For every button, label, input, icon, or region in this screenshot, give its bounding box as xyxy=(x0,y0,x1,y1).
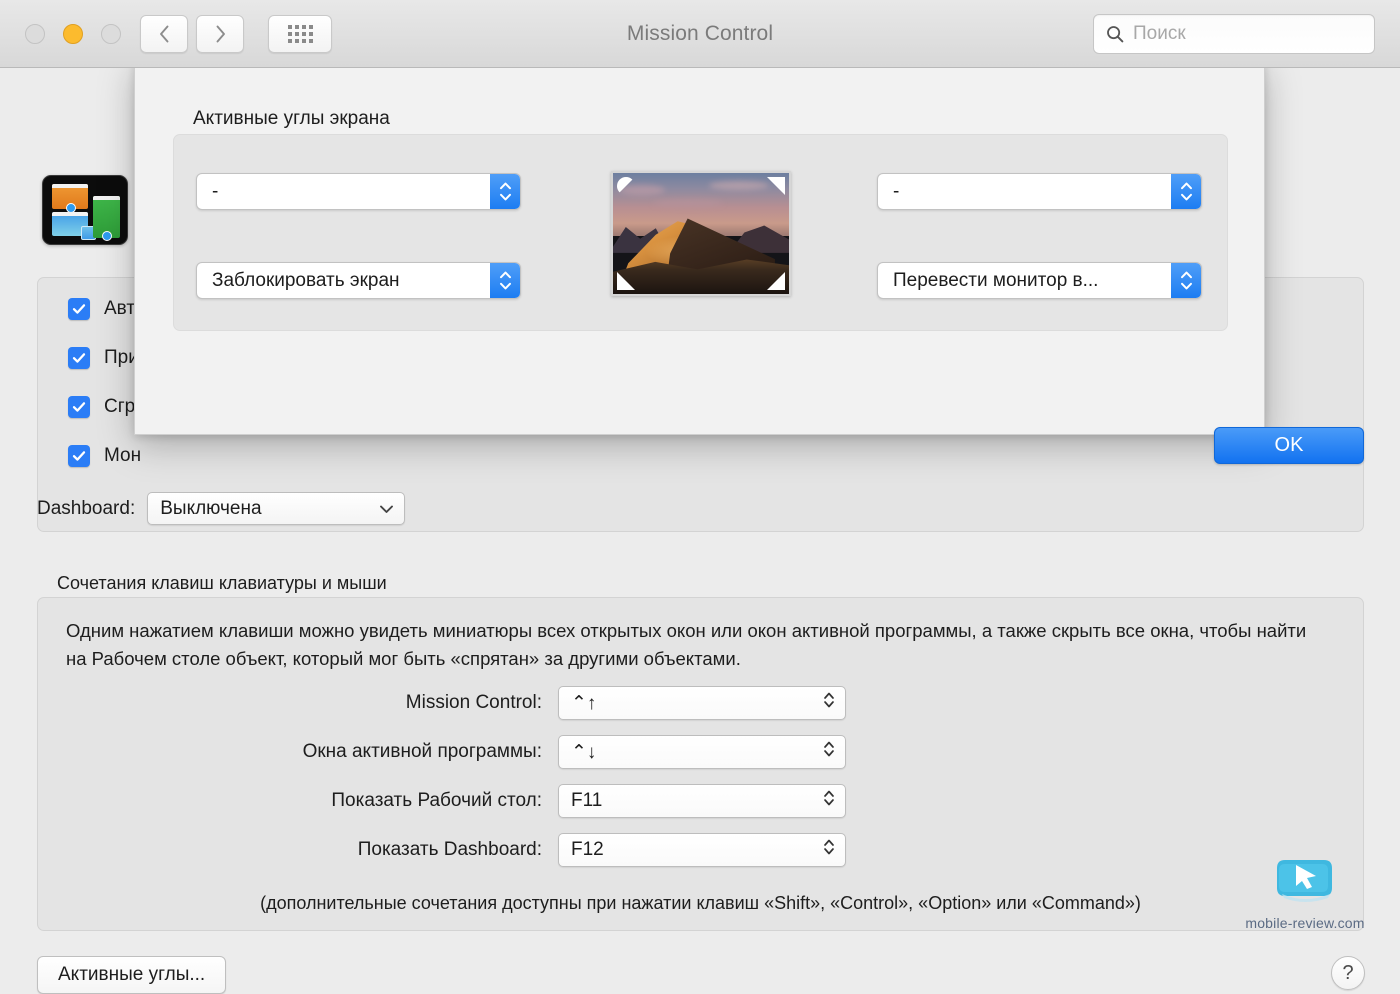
dashboard-value: Выключена xyxy=(160,497,262,519)
stepper-top-right[interactable] xyxy=(1171,174,1201,209)
shortcuts-section-heading: Сочетания клавиш клавиатуры и мыши xyxy=(57,573,387,593)
checkbox-row-displays[interactable]: Мон xyxy=(68,445,141,467)
shortcut-select-mission-control[interactable]: ⌃↑ xyxy=(558,686,846,720)
shortcut-label-mission-control: Mission Control: xyxy=(405,692,542,713)
checkbox-group[interactable] xyxy=(68,396,90,418)
chevron-down-icon xyxy=(379,498,394,520)
corner-select-top-left[interactable]: - xyxy=(196,173,521,210)
corner-marker-top-left[interactable] xyxy=(617,177,635,195)
corner-marker-bottom-right[interactable] xyxy=(767,272,785,290)
corner-marker-top-right[interactable] xyxy=(767,177,785,195)
corner-value-top-left: - xyxy=(212,180,219,202)
corner-select-bottom-left[interactable]: Заблокировать экран xyxy=(196,262,521,299)
search-field[interactable]: Поиск xyxy=(1093,14,1375,54)
stepper-bottom-left[interactable] xyxy=(490,263,520,298)
dashboard-label: Dashboard: xyxy=(37,497,136,519)
corner-select-bottom-right[interactable]: Перевести монитор в... xyxy=(877,262,1202,299)
desktop-preview-thumbnail xyxy=(611,171,791,296)
dashboard-row: Dashboard: Выключена xyxy=(37,492,406,525)
shortcut-select-show-dashboard[interactable]: F12 xyxy=(558,833,846,867)
checkbox-auto-label: Авт xyxy=(104,298,136,319)
mission-control-app-icon xyxy=(42,175,128,245)
shortcut-value-show-desktop: F11 xyxy=(571,790,603,811)
watermark: mobile-review.com xyxy=(1245,854,1365,931)
stepper-arrows-icon[interactable] xyxy=(823,690,835,716)
watermark-text: mobile-review.com xyxy=(1245,915,1365,931)
checkbox-displays-label: Мон xyxy=(104,445,142,466)
checkbox-row-switch[interactable]: При xyxy=(68,347,139,369)
corner-value-bottom-left: Заблокировать экран xyxy=(212,269,400,291)
preferences-window: ых Авт При Сгр xyxy=(0,0,1400,994)
shortcuts-modifier-hint: (дополнительные сочетания доступны при н… xyxy=(260,893,1141,913)
shortcuts-description: Одним нажатием клавиши можно увидеть мин… xyxy=(66,620,1307,669)
shortcut-label-show-desktop: Показать Рабочий стол: xyxy=(331,790,542,811)
hot-corners-button[interactable]: Активные углы... xyxy=(37,956,227,994)
cursor-logo xyxy=(1277,860,1332,902)
window-titlebar: Mission Control Поиск xyxy=(0,0,1400,68)
shortcut-value-app-windows: ⌃↓ xyxy=(571,741,597,763)
ok-button[interactable]: OK xyxy=(1214,427,1364,464)
stepper-arrows-icon[interactable] xyxy=(823,788,835,814)
stepper-bottom-right[interactable] xyxy=(1171,263,1201,298)
sheet-title: Активные углы экрана xyxy=(193,108,390,129)
stepper-arrows-icon[interactable] xyxy=(823,837,835,863)
help-button[interactable]: ? xyxy=(1331,956,1365,990)
stepper-top-left[interactable] xyxy=(490,174,520,209)
preview-cloud xyxy=(709,181,769,190)
checkbox-displays[interactable] xyxy=(68,445,90,467)
search-icon xyxy=(1107,26,1124,43)
corner-select-top-right[interactable]: - xyxy=(877,173,1202,210)
checkbox-group-label: Сгр xyxy=(104,396,136,417)
shortcut-label-app-windows: Окна активной программы: xyxy=(302,741,542,762)
checkbox-row-group[interactable]: Сгр xyxy=(68,396,135,418)
shortcut-label-show-dashboard: Показать Dashboard: xyxy=(357,839,542,860)
shortcut-row-show-desktop: Показать Рабочий стол: F11 xyxy=(38,784,846,818)
corner-value-top-right: - xyxy=(893,180,900,202)
shortcut-select-app-windows[interactable]: ⌃↓ xyxy=(558,735,846,769)
shortcut-select-show-desktop[interactable]: F11 xyxy=(558,784,846,818)
corner-marker-bottom-left[interactable] xyxy=(617,272,635,290)
shortcut-row-mission-control: Mission Control: ⌃↑ xyxy=(38,686,846,720)
checkbox-switch[interactable] xyxy=(68,347,90,369)
preview-cloud xyxy=(653,199,723,207)
checkbox-row-auto[interactable]: Авт xyxy=(68,298,135,320)
shortcut-row-app-windows: Окна активной программы: ⌃↓ xyxy=(38,735,846,769)
corner-value-bottom-right: Перевести монитор в... xyxy=(893,269,1099,291)
shortcut-value-show-dashboard: F12 xyxy=(571,839,604,860)
dashboard-select[interactable]: Выключена xyxy=(147,492,406,525)
checkbox-auto[interactable] xyxy=(68,298,90,320)
shortcut-value-mission-control: ⌃↑ xyxy=(571,692,597,714)
shortcut-row-show-dashboard: Показать Dashboard: F12 xyxy=(38,833,846,867)
search-placeholder: Поиск xyxy=(1133,23,1186,44)
stepper-arrows-icon[interactable] xyxy=(823,739,835,765)
shortcuts-group: Одним нажатием клавиши можно увидеть мин… xyxy=(37,597,1364,931)
